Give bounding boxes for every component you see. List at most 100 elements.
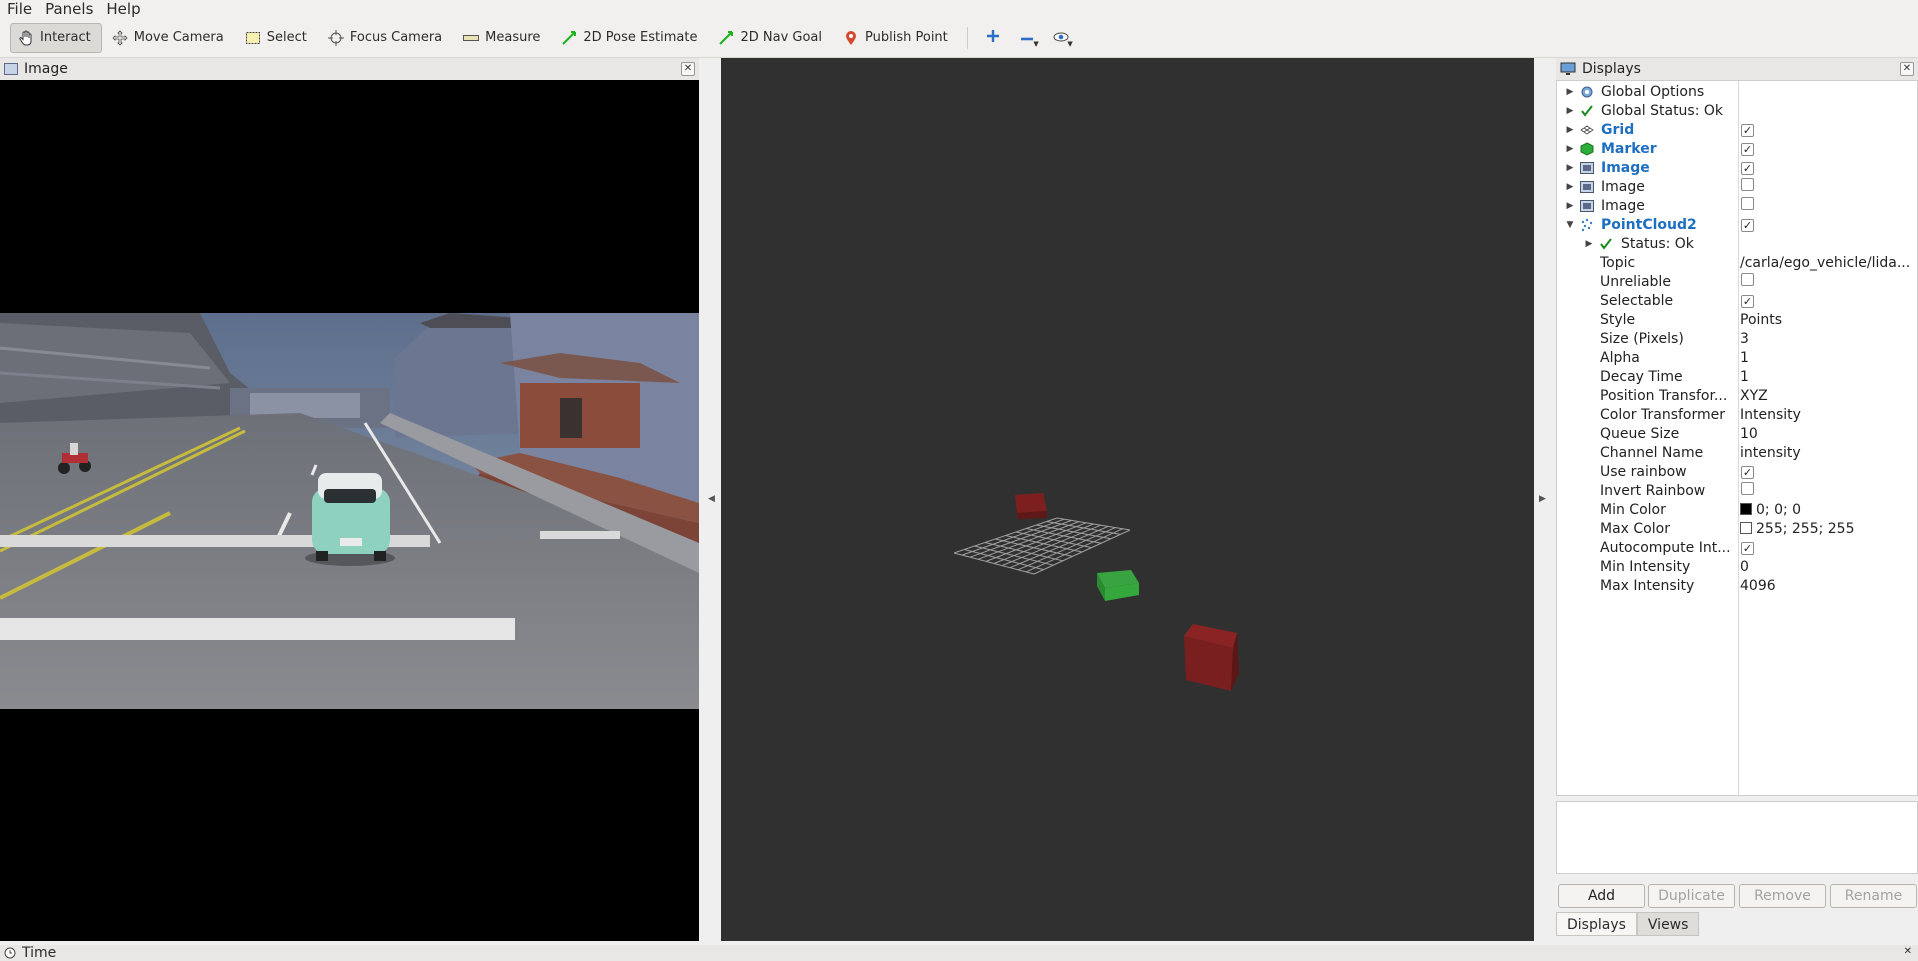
expand-arrow-icon[interactable]: ▶ xyxy=(1565,201,1575,211)
tool-select[interactable]: Select xyxy=(237,23,318,53)
add-tool-button[interactable] xyxy=(978,23,1008,53)
prop-invert-rainbow[interactable]: Invert Rainbow xyxy=(1557,481,1917,500)
tree-row-global-status[interactable]: ▶ Global Status: Ok xyxy=(1557,101,1917,120)
color-transformer-field[interactable]: Intensity xyxy=(1740,407,1917,423)
tool-label: Measure xyxy=(485,30,541,45)
prop-alpha[interactable]: Alpha 1 xyxy=(1557,348,1917,367)
tool-focus-camera[interactable]: Focus Camera xyxy=(320,23,453,53)
expand-arrow-icon[interactable]: ▶ xyxy=(1565,144,1575,154)
expand-arrow-icon[interactable]: ▶ xyxy=(1565,106,1575,116)
expand-arrow-icon[interactable]: ▶ xyxy=(1565,125,1575,135)
enabled-checkbox[interactable]: ✓ xyxy=(1741,217,1917,233)
camera-image xyxy=(0,313,699,709)
use-rainbow-checkbox[interactable]: ✓ xyxy=(1741,464,1917,480)
collapse-right-icon[interactable]: ▶ xyxy=(1539,494,1546,504)
prop-status[interactable]: ▶ Status: Ok xyxy=(1557,234,1917,253)
prop-channel-name[interactable]: Channel Name intensity xyxy=(1557,443,1917,462)
selectable-checkbox[interactable]: ✓ xyxy=(1741,293,1917,309)
duplicate-button[interactable]: Duplicate xyxy=(1648,884,1735,908)
autocompute-checkbox[interactable]: ✓ xyxy=(1741,540,1917,556)
queue-size-field[interactable]: 10 xyxy=(1740,426,1917,442)
tree-row-label: Global Options xyxy=(1601,83,1705,100)
render-3d-view[interactable] xyxy=(721,58,1534,941)
tree-row-global-options[interactable]: ▶ Global Options xyxy=(1557,82,1917,101)
prop-max-intensity[interactable]: Max Intensity 4096 xyxy=(1557,576,1917,595)
prop-style[interactable]: Style Points xyxy=(1557,310,1917,329)
tool-2d-pose-estimate[interactable]: 2D Pose Estimate xyxy=(553,23,708,53)
invert-rainbow-checkbox[interactable] xyxy=(1741,482,1917,499)
tree-row-image-3[interactable]: ▶ Image xyxy=(1557,196,1917,215)
tree-row-image-1[interactable]: ▶ Image ✓ xyxy=(1557,158,1917,177)
prop-color-transformer[interactable]: Color Transformer Intensity xyxy=(1557,405,1917,424)
camera-view-button[interactable]: ▼ xyxy=(1046,23,1076,53)
tool-interact[interactable]: Interact xyxy=(10,22,102,53)
prop-unreliable[interactable]: Unreliable xyxy=(1557,272,1917,291)
expand-arrow-icon[interactable]: ▶ xyxy=(1565,163,1575,173)
close-icon[interactable]: ✕ xyxy=(1900,62,1914,76)
tool-measure[interactable]: Measure xyxy=(455,23,551,53)
displays-panel-title: Displays xyxy=(1582,61,1641,77)
prop-selectable[interactable]: Selectable ✓ xyxy=(1557,291,1917,310)
prop-use-rainbow[interactable]: Use rainbow ✓ xyxy=(1557,462,1917,481)
image-panel-title: Image xyxy=(24,61,68,77)
add-button[interactable]: Add xyxy=(1558,884,1645,908)
tab-views[interactable]: Views xyxy=(1636,912,1700,936)
property-description-box xyxy=(1556,801,1918,874)
close-icon[interactable]: ✕ xyxy=(681,62,695,76)
tree-row-grid[interactable]: ▶ Grid ✓ xyxy=(1557,120,1917,139)
prop-autocompute-intensity[interactable]: Autocompute Int... ✓ xyxy=(1557,538,1917,557)
topic-field[interactable]: /carla/ego_vehicle/lida... xyxy=(1740,255,1917,271)
expand-arrow-icon[interactable]: ▶ xyxy=(1565,182,1575,192)
green-arrow-icon xyxy=(717,30,735,46)
position-transformer-field[interactable]: XYZ xyxy=(1740,388,1917,404)
enabled-checkbox[interactable] xyxy=(1741,178,1917,195)
enabled-checkbox[interactable]: ✓ xyxy=(1741,141,1917,157)
expand-arrow-icon[interactable]: ▶ xyxy=(1565,87,1575,97)
prop-min-intensity[interactable]: Min Intensity 0 xyxy=(1557,557,1917,576)
min-color-field[interactable]: 0; 0; 0 xyxy=(1740,502,1917,518)
remove-button[interactable]: Remove xyxy=(1739,884,1826,908)
tool-publish-point[interactable]: Publish Point xyxy=(835,23,959,53)
prop-max-color[interactable]: Max Color 255; 255; 255 xyxy=(1557,519,1917,538)
menu-bar: File Panels Help xyxy=(0,0,1918,18)
enabled-checkbox[interactable] xyxy=(1741,197,1917,214)
alpha-field[interactable]: 1 xyxy=(1740,350,1917,366)
expand-arrow-icon[interactable]: ▶ xyxy=(1584,239,1594,249)
tool-move-camera[interactable]: Move Camera xyxy=(104,23,235,53)
size-field[interactable]: 3 xyxy=(1740,331,1917,347)
prop-topic[interactable]: Topic /carla/ego_vehicle/lida... xyxy=(1557,253,1917,272)
channel-name-field[interactable]: intensity xyxy=(1740,445,1917,461)
prop-min-color[interactable]: Min Color 0; 0; 0 xyxy=(1557,500,1917,519)
close-icon[interactable]: ✕ xyxy=(1904,946,1912,957)
collapse-left-icon[interactable]: ◀ xyxy=(708,494,715,504)
style-field[interactable]: Points xyxy=(1740,312,1917,328)
max-color-field[interactable]: 255; 255; 255 xyxy=(1740,520,1917,537)
tool-label: Select xyxy=(266,30,307,45)
menu-help[interactable]: Help xyxy=(99,0,146,18)
enabled-checkbox[interactable]: ✓ xyxy=(1741,160,1917,176)
tool-2d-nav-goal[interactable]: 2D Nav Goal xyxy=(710,23,833,53)
prop-size[interactable]: Size (Pixels) 3 xyxy=(1557,329,1917,348)
tree-row-pointcloud2[interactable]: ▼ PointCloud2 ✓ xyxy=(1557,215,1917,234)
menu-panels[interactable]: Panels xyxy=(38,0,99,18)
left-splitter[interactable]: ◀ xyxy=(700,58,720,941)
prop-queue-size[interactable]: Queue Size 10 xyxy=(1557,424,1917,443)
menu-file[interactable]: File xyxy=(0,0,38,18)
prop-position-transformer[interactable]: Position Transfor... XYZ xyxy=(1557,386,1917,405)
prop-label: Invert Rainbow xyxy=(1600,482,1706,499)
max-color-value: 255; 255; 255 xyxy=(1756,520,1855,537)
remove-tool-button[interactable]: ▼ xyxy=(1012,23,1042,53)
green-arrow-icon xyxy=(560,30,578,46)
decay-time-field[interactable]: 1 xyxy=(1740,369,1917,385)
collapse-arrow-icon[interactable]: ▼ xyxy=(1565,220,1575,230)
tree-row-marker[interactable]: ▶ Marker ✓ xyxy=(1557,139,1917,158)
enabled-checkbox[interactable]: ✓ xyxy=(1741,122,1917,138)
prop-decay-time[interactable]: Decay Time 1 xyxy=(1557,367,1917,386)
max-intensity-field[interactable]: 4096 xyxy=(1740,578,1917,594)
tree-row-image-2[interactable]: ▶ Image xyxy=(1557,177,1917,196)
right-splitter[interactable]: ▶ xyxy=(1535,58,1555,941)
unreliable-checkbox[interactable] xyxy=(1741,273,1917,290)
min-intensity-field[interactable]: 0 xyxy=(1740,559,1917,575)
tab-displays[interactable]: Displays xyxy=(1556,912,1637,936)
rename-button[interactable]: Rename xyxy=(1830,884,1917,908)
